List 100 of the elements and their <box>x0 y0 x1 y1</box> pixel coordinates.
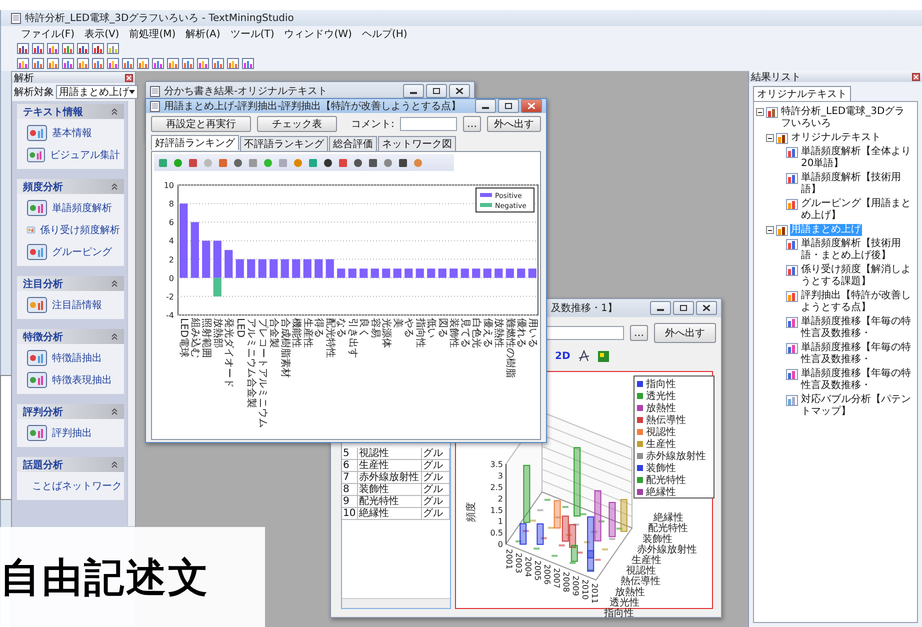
maximize-button[interactable] <box>498 99 519 113</box>
collapse-icon[interactable] <box>111 280 118 287</box>
maximize-button[interactable] <box>673 301 694 315</box>
tick-label: 3.5 <box>490 460 503 470</box>
folder-icon <box>776 133 788 144</box>
comment-field[interactable] <box>400 117 457 131</box>
nav-item[interactable]: 特徴表現抽出 <box>27 372 120 388</box>
nav-item[interactable]: 基本情報 <box>27 125 120 141</box>
section-title: テキスト情報 <box>23 106 83 118</box>
collapse-icon[interactable] <box>111 461 118 468</box>
nav-item[interactable]: 注目語情報 <box>27 297 120 313</box>
legend-label: 視認性 <box>646 427 676 438</box>
tree-item[interactable]: オリジナルテキスト <box>790 132 882 144</box>
nav-item[interactable]: 単語頻度解析 <box>27 200 120 216</box>
axis-label: 2004 <box>524 556 532 577</box>
minimize-button[interactable] <box>403 84 424 98</box>
export-button[interactable]: 外へ出す <box>487 116 541 132</box>
close-icon[interactable] <box>912 72 920 80</box>
tick-label: -2 <box>166 292 174 302</box>
tab[interactable]: オリジナルテキスト <box>753 86 851 101</box>
tree-item[interactable]: 単語頻度解析【技術用語・まとめ上げ後】 <box>800 238 915 262</box>
tick-label: 1 <box>498 517 503 526</box>
axes-icon[interactable] <box>578 350 590 362</box>
scrollbar[interactable] <box>127 101 135 526</box>
expander-icon[interactable] <box>766 226 774 234</box>
table-cell: 7 <box>342 472 358 484</box>
dropdown-arrow-icon <box>129 90 135 94</box>
tree-item[interactable]: 係り受け頻度【解消しようとする課題】 <box>800 264 915 288</box>
collapse-icon[interactable] <box>111 108 118 115</box>
tab[interactable]: 不評語ランキング <box>240 136 328 151</box>
axis-title: 頻度 <box>466 502 477 522</box>
tick-label: 8 <box>168 200 174 209</box>
axis-label: なる <box>336 318 347 338</box>
menu-item[interactable]: ファイル(F) <box>21 26 75 40</box>
menu-item[interactable]: 前処理(M) <box>129 26 176 40</box>
nav-item[interactable]: 特徴語抽出 <box>27 350 120 366</box>
legend-label: 透光性 <box>646 391 676 402</box>
nav-item[interactable]: グルーピング <box>27 244 120 260</box>
axis-label: 生産性 <box>302 318 313 348</box>
image-icon[interactable] <box>598 350 610 362</box>
tree-item[interactable]: グルーピング【用語まとめ上げ】 <box>800 198 915 222</box>
tree-item[interactable]: 単語頻度推移【年毎の特性言及数推移・ <box>800 316 915 340</box>
minimize-button[interactable] <box>475 99 496 113</box>
axis-label: 配光特性 <box>648 523 688 534</box>
more-button[interactable]: … <box>630 325 648 341</box>
tree-item[interactable]: 単語頻度解析【技術用語】 <box>800 172 915 196</box>
close-icon[interactable] <box>125 74 133 82</box>
tree-item[interactable]: 評判抽出【特許が改善しようとする点】 <box>800 290 915 314</box>
collapse-icon[interactable] <box>111 408 118 415</box>
maximize-icon <box>505 103 512 109</box>
chart-bar <box>450 268 458 278</box>
axis-label: 容易 <box>369 318 380 338</box>
tab[interactable]: 好評語ランキング <box>151 135 239 150</box>
caption-text: 自由記述文 <box>0 554 210 602</box>
collapse-icon[interactable] <box>111 333 118 340</box>
expander-icon[interactable] <box>756 108 764 116</box>
menu-item[interactable]: ツール(T) <box>230 26 274 40</box>
chart-bar <box>337 268 346 278</box>
legend-label: 配光特性 <box>646 475 686 486</box>
scrollbar[interactable] <box>342 598 450 608</box>
menu-item[interactable]: 解析(A) <box>186 26 220 40</box>
target-dropdown[interactable]: 用語まとめ上げ <box>56 85 138 99</box>
table-cell: 配光特性 <box>358 496 422 508</box>
window-title: 分かち書き結果-オリジナルテキスト <box>164 84 328 98</box>
axis-label: 合金製 <box>268 318 280 348</box>
tree-item[interactable]: 単語頻度解析【全体より20単語】 <box>800 146 915 170</box>
tab[interactable]: 総合評価 <box>329 136 377 151</box>
tree-item[interactable]: 特許分析_LED電球_3Dグラフいろいろ <box>780 106 915 130</box>
more-button[interactable]: … <box>463 116 481 132</box>
chart-bar <box>494 268 503 278</box>
tick-label: 10 <box>164 181 174 190</box>
nav-item[interactable]: 評判抽出 <box>27 425 120 441</box>
tree-item[interactable]: 単語頻度推移【年毎の特性言及数推移・ <box>800 368 915 392</box>
folder-icon <box>766 107 778 118</box>
menu-item[interactable]: ウィンドウ(W) <box>284 26 352 40</box>
chart-bar <box>247 259 256 278</box>
nav-item[interactable]: ビジュアル集計 <box>27 147 120 163</box>
close-button[interactable] <box>696 301 717 315</box>
chart-bar <box>360 268 368 278</box>
tree-item[interactable]: 対応バブル分析【パテントマップ】 <box>800 394 915 418</box>
action-button[interactable]: チェック表 <box>257 116 337 132</box>
axis-label: 組み込む <box>189 318 200 358</box>
legend-label: 放熱性 <box>646 403 676 414</box>
axis-label: 白色光 <box>470 318 482 348</box>
collapse-icon[interactable] <box>111 183 118 190</box>
maximize-button[interactable] <box>426 84 447 98</box>
expander-icon[interactable] <box>766 134 774 142</box>
nav-item[interactable]: 係り受け頻度解析 <box>27 222 120 238</box>
menu-item[interactable]: ヘルプ(H) <box>362 26 408 40</box>
menu-item[interactable]: 表示(V) <box>84 26 120 40</box>
axis-label: LED電球 <box>178 318 190 358</box>
tab[interactable]: ネットワーク図 <box>378 136 456 151</box>
nav-item[interactable]: ことばネットワーク <box>27 478 120 494</box>
export-button[interactable]: 外へ出す <box>654 323 716 343</box>
action-button[interactable]: 再設定と再実行 <box>151 116 251 132</box>
close-button[interactable] <box>449 84 470 98</box>
document-icon <box>150 86 160 96</box>
tree-item[interactable]: 単語頻度推移【年毎の特性言及数推移・ <box>800 342 915 366</box>
view-button[interactable]: 2D <box>555 349 570 363</box>
minimize-button[interactable] <box>650 301 671 315</box>
